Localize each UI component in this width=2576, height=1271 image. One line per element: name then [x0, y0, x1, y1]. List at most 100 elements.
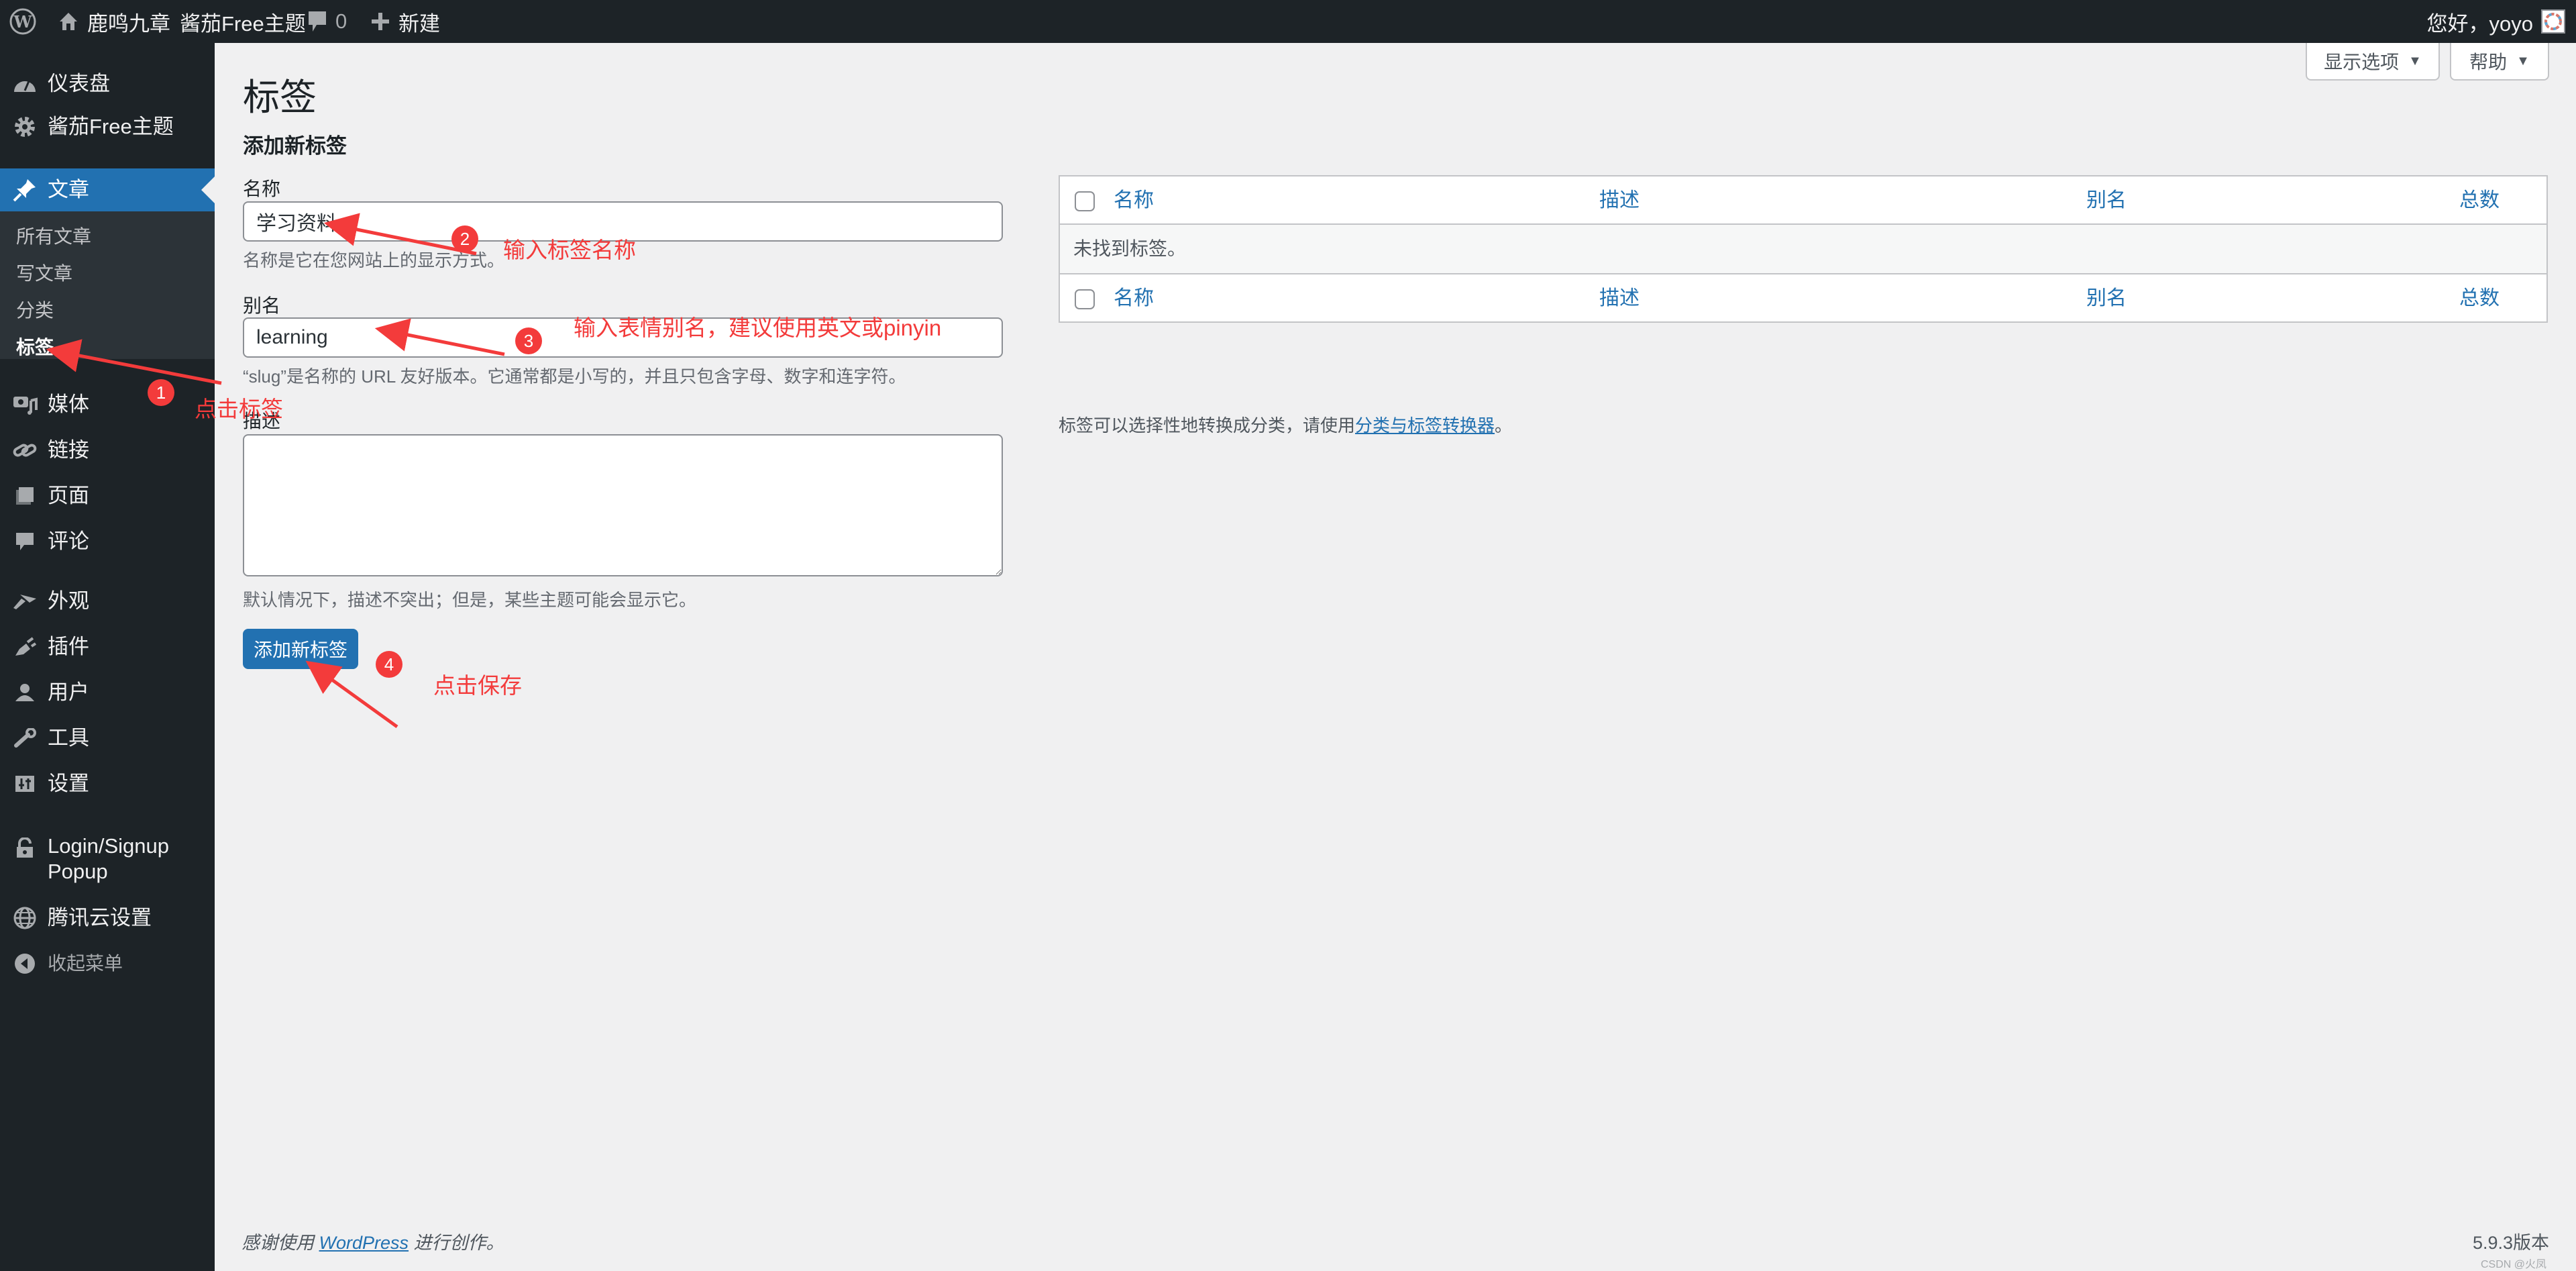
menu-label: 腾讯云设置: [48, 906, 152, 929]
globe-icon: [11, 905, 38, 931]
appearance-icon: [11, 588, 38, 615]
submenu-new-post[interactable]: 写文章: [16, 262, 72, 286]
table-row-empty: 未找到标签。: [1060, 225, 2546, 273]
wordpress-link[interactable]: WordPress: [319, 1233, 409, 1253]
no-tags-message: 未找到标签。: [1073, 238, 1187, 259]
collapse-menu-button[interactable]: 收起菜单: [0, 946, 215, 982]
footer-thanks: 感谢使用 WordPress 进行创作。: [241, 1228, 504, 1254]
comment-count: 0: [335, 9, 347, 33]
menu-label: 文章: [48, 178, 89, 201]
avatar: [2541, 9, 2565, 34]
pushpin-icon: [11, 176, 38, 203]
menu-dashboard[interactable]: 仪表盘: [0, 66, 215, 102]
menu-label: 插件: [48, 635, 89, 658]
media-icon: [11, 391, 38, 418]
menu-theme-settings[interactable]: 酱茄Free主题: [0, 109, 215, 145]
annotation-text-4: 点击保存: [433, 673, 522, 698]
menu-tencent-cloud[interactable]: 腾讯云设置: [0, 900, 215, 936]
select-all-checkbox[interactable]: [1075, 191, 1095, 211]
menu-label: 设置: [48, 772, 89, 795]
menu-plugins[interactable]: 插件: [0, 629, 215, 665]
collapse-icon: [11, 950, 38, 977]
menu-label-line1: Login/Signup: [48, 834, 169, 858]
user-icon: [11, 679, 38, 706]
lock-icon: [11, 835, 38, 862]
menu-comments[interactable]: 评论: [0, 523, 215, 560]
home-icon: [58, 11, 79, 32]
admin-bar: W 鹿鸣九章 酱茄Free主题 0 新建 您好，yoyo: [0, 0, 2576, 43]
column-header-description[interactable]: 描述: [1599, 176, 1640, 225]
main-content: 显示选项 ▼ 帮助 ▼ 标签 添加新标签 名称 名称是它在您网站上的显示方式。 …: [215, 43, 2576, 1271]
annotation-badge-1: 1: [148, 379, 174, 406]
annotation-text-1: 点击标签: [195, 397, 283, 421]
convert-note: 标签可以选择性地转换成分类，请使用分类与标签转换器。: [1059, 412, 1512, 437]
plugin-icon: [11, 633, 38, 660]
menu-label: 评论: [48, 529, 89, 553]
menu-users[interactable]: 用户: [0, 674, 215, 711]
new-content-link[interactable]: 新建: [370, 0, 440, 43]
column-header-count[interactable]: 总数: [2459, 176, 2500, 225]
table-footer-row: 名称 描述 别名 总数: [1060, 273, 2546, 321]
menu-label-line2: Popup: [48, 860, 108, 883]
convert-note-suffix: 。: [1495, 415, 1513, 436]
column-footer-name[interactable]: 名称: [1114, 274, 1154, 323]
tag-description-textarea[interactable]: [243, 434, 1003, 576]
menu-settings[interactable]: 设置: [0, 766, 215, 802]
menu-links[interactable]: 链接: [0, 432, 215, 468]
add-new-tag-button[interactable]: 添加新标签: [243, 629, 358, 669]
menu-label: 链接: [48, 438, 89, 462]
comment-icon: [11, 528, 38, 555]
svg-text:W: W: [13, 12, 33, 32]
menu-label: 媒体: [48, 393, 89, 416]
settings-icon: [11, 770, 38, 797]
caret-down-icon: ▼: [2408, 53, 2422, 68]
comment-bubble-icon: [307, 10, 327, 33]
menu-label: 收起菜单: [48, 953, 123, 974]
column-footer-description[interactable]: 描述: [1599, 274, 1640, 323]
table-header-row: 名称 描述 别名 总数: [1060, 176, 2546, 225]
comments-link[interactable]: 0: [307, 0, 347, 43]
annotation-badge-2: 2: [451, 225, 478, 252]
column-header-name[interactable]: 名称: [1114, 176, 1154, 225]
submenu-tags[interactable]: 标签: [16, 336, 54, 360]
plus-icon: [370, 11, 390, 32]
convert-note-text: 标签可以选择性地转换成分类，请使用: [1059, 415, 1356, 436]
wp-logo-menu[interactable]: W: [9, 0, 36, 43]
gear-icon: [11, 113, 38, 140]
menu-tools[interactable]: 工具: [0, 720, 215, 756]
screen-options-button[interactable]: 显示选项 ▼: [2306, 43, 2440, 81]
theme-link-label: 酱茄Free主题: [180, 11, 306, 36]
menu-login-signup-popup[interactable]: Login/Signup Popup: [0, 828, 215, 890]
column-footer-slug[interactable]: 别名: [2086, 274, 2127, 323]
pages-icon: [11, 482, 38, 509]
description-help-text: 默认情况下，描述不突出；但是，某些主题可能会显示它。: [243, 590, 697, 610]
help-button[interactable]: 帮助 ▼: [2450, 43, 2549, 81]
help-label: 帮助: [2469, 52, 2508, 72]
dashboard-icon: [11, 70, 38, 97]
menu-pages[interactable]: 页面: [0, 478, 215, 514]
slug-help-text: “slug”是名称的 URL 友好版本。它通常都是小写的，并且只包含字母、数字和…: [243, 366, 906, 387]
submenu-categories[interactable]: 分类: [16, 299, 54, 323]
new-label: 新建: [398, 11, 440, 36]
submenu-all-posts[interactable]: 所有文章: [16, 225, 91, 249]
footer-thanks-suffix: 进行创作。: [413, 1233, 504, 1253]
menu-posts[interactable]: 文章: [0, 168, 215, 211]
greeting: 您好，yoyo: [2426, 11, 2533, 36]
category-tag-converter-link[interactable]: 分类与标签转换器: [1355, 415, 1495, 436]
menu-media[interactable]: 媒体: [0, 387, 215, 423]
annotation-text-3: 输入表情别名，建议使用英文或pinyin: [574, 315, 942, 340]
watermark: CSDN @火凤: [2480, 1259, 2546, 1270]
select-all-checkbox-footer[interactable]: [1075, 289, 1095, 309]
link-icon: [11, 437, 38, 464]
menu-appearance[interactable]: 外观: [0, 583, 215, 619]
slug-label: 别名: [243, 295, 281, 316]
theme-link[interactable]: 酱茄Free主题: [180, 0, 306, 43]
column-header-slug[interactable]: 别名: [2086, 176, 2127, 225]
menu-label: Login/Signup Popup: [48, 833, 169, 884]
site-name-link[interactable]: 鹿鸣九章: [58, 0, 170, 43]
name-label: 名称: [243, 179, 281, 199]
menu-label: 工具: [48, 726, 89, 750]
menu-label: 页面: [48, 484, 89, 507]
column-footer-count[interactable]: 总数: [2459, 274, 2500, 323]
my-account-menu[interactable]: 您好，yoyo: [2427, 0, 2565, 43]
